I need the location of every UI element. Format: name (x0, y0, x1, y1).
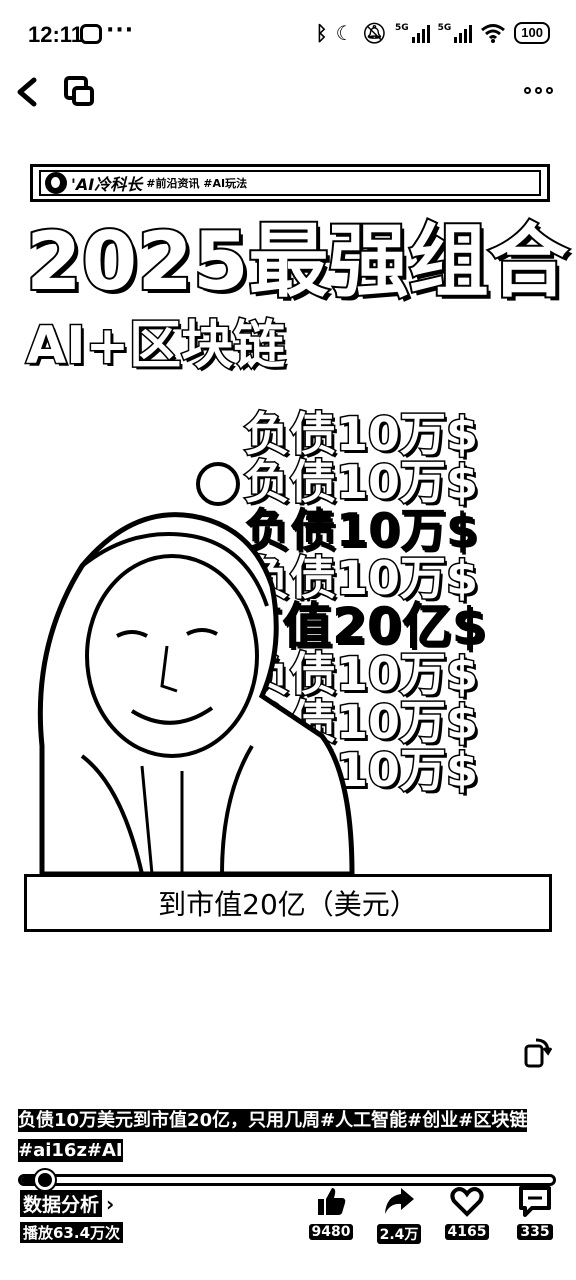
share-button[interactable]: 2.4万 (374, 1184, 424, 1250)
status-icons: ᛒ ☾ 🔕︎ 5G 5G 100 (316, 22, 550, 44)
heart-icon (450, 1187, 484, 1217)
topic-banner: 'AI冷科长 #前沿资讯 #AI玩法 (30, 164, 550, 202)
data-analysis-link[interactable]: 数据分析 › (20, 1190, 114, 1217)
comment-count: 335 (517, 1224, 553, 1240)
post-description-text: 负债10万美元到市值20亿，只用几周#人工智能#创业#区块链#ai16z#AI (18, 1109, 528, 1162)
like-count: 9480 (308, 1224, 354, 1240)
founder-portrait (37, 512, 355, 874)
picture-in-picture-button[interactable] (62, 74, 96, 108)
favorite-button[interactable]: 4165 (442, 1184, 492, 1250)
progress-handle[interactable] (34, 1170, 55, 1190)
signal-2-icon: 5G (438, 23, 473, 43)
signal-1-label: 5G (394, 23, 409, 33)
comment-bubble-icon (519, 1186, 551, 1217)
dot-icon (545, 86, 553, 94)
post-subhead: AI+区块链 (24, 316, 286, 376)
favorite-count: 4165 (444, 1224, 490, 1240)
debt-line: 负债10万$ (243, 407, 480, 461)
rotate-screen-icon (524, 1038, 553, 1068)
action-bar: 9480 2.4万 4165 335 (306, 1184, 566, 1254)
do-not-disturb-moon-icon: ☾ (335, 21, 354, 45)
post-description: 负债10万美元到市值20亿，只用几周#人工智能#创业#区块链#ai16z#AI (18, 1106, 558, 1166)
caption-text: 到市值20亿（美元） (158, 888, 418, 921)
thumbs-up-icon (318, 1188, 346, 1215)
like-button[interactable]: 9480 (306, 1184, 356, 1250)
chevron-right-icon: › (106, 1191, 115, 1216)
battery-indicator: 100 (514, 22, 550, 44)
more-options-button[interactable] (520, 78, 556, 102)
comment-button[interactable]: 335 (510, 1184, 560, 1250)
back-button[interactable] (12, 72, 42, 112)
share-count: 2.4万 (376, 1224, 422, 1244)
post-headline: 2025最强组合 (24, 215, 571, 308)
share-arrow-icon (385, 1188, 414, 1214)
status-bar: 12:11 ··· ᛒ ☾ 🔕︎ 5G 5G 100 (0, 0, 576, 70)
play-count: 播放63.4万次 (20, 1222, 124, 1243)
wifi-icon (481, 24, 506, 43)
author-logo-icon (45, 172, 67, 194)
dot-icon (523, 86, 531, 94)
bluetooth-icon: ᛒ (315, 21, 328, 45)
muted-bell-icon: 🔕︎ (361, 21, 387, 45)
chevron-left-icon (17, 77, 37, 107)
author-brand: 'AI冷科长 (71, 175, 143, 194)
more-notifications-icon: ··· (106, 18, 135, 43)
fullscreen-button[interactable] (522, 1036, 553, 1070)
data-analysis-label: 数据分析 (20, 1190, 103, 1217)
signal-2-label: 5G (437, 23, 452, 33)
signal-1-icon: 5G (395, 23, 430, 43)
dot-icon (534, 86, 542, 94)
status-time: 12:11 (28, 22, 84, 47)
app-notification-icon (80, 24, 102, 44)
caption-box: 到市值20亿（美元） (24, 874, 552, 932)
window-icon (64, 76, 94, 106)
topic-tags: #前沿资讯 #AI玩法 (146, 177, 248, 190)
